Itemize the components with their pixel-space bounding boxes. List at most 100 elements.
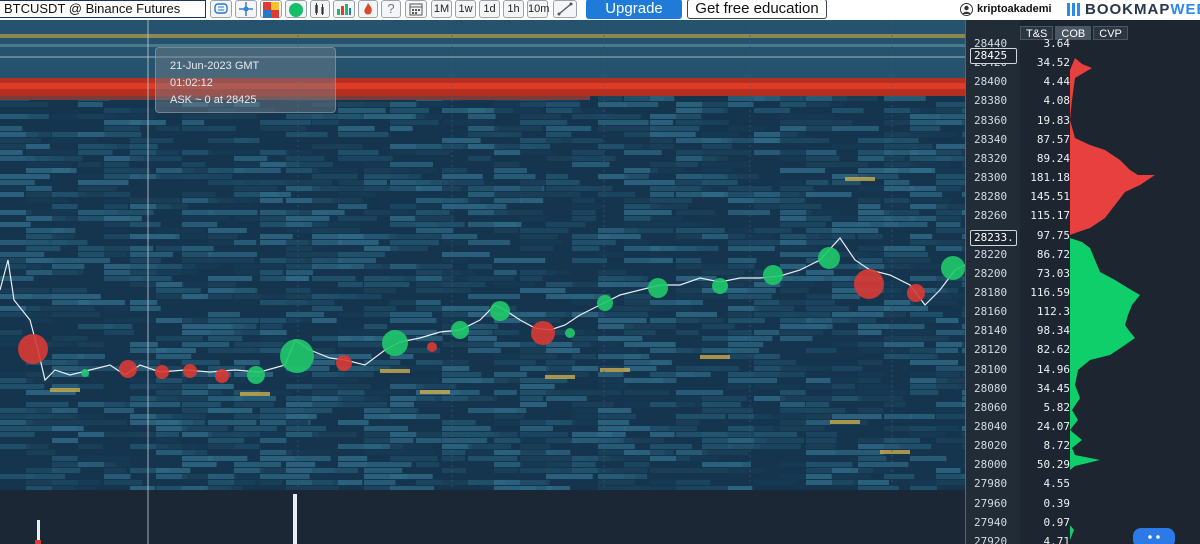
cob-size-value: 145.51 <box>1030 190 1070 204</box>
crosshair-icon[interactable] <box>235 0 257 18</box>
cob-size-value: 98.34 <box>1036 324 1070 338</box>
ask-profile <box>1070 58 1155 235</box>
tab-cvp[interactable]: CVP <box>1093 26 1128 40</box>
price-axis-label: 28180 <box>974 285 1008 299</box>
price-axis-label: 28100 <box>974 362 1008 376</box>
top-toolbar: BTCUSDT @ Binance Futures ? 1M 1w 1d 1h … <box>0 0 1200 20</box>
bid-profile-tail <box>1070 525 1074 540</box>
brand-main: BOOKMAP <box>1085 1 1171 18</box>
volume-chart-icon[interactable] <box>333 0 355 18</box>
cob-size-value: 0.97 <box>1043 515 1071 529</box>
help-icon[interactable]: ? <box>381 0 401 18</box>
buy-trade-bubble <box>763 265 783 285</box>
upgrade-button[interactable]: Upgrade <box>586 0 682 19</box>
trend-line-icon[interactable] <box>553 0 577 18</box>
crosshair-tooltip: 21-Jun-2023 GMT 01:02:12 ASK ~ 0 at 2842… <box>155 47 336 113</box>
cob-size-value: 4.55 <box>1043 477 1071 491</box>
heatmap-chart[interactable]: 21-Jun-2023 GMT 01:02:12 ASK ~ 0 at 2842… <box>0 20 965 544</box>
chat-bubble-icon <box>1148 535 1160 539</box>
sell-trade-bubble <box>155 365 169 379</box>
price-axis-label: 28340 <box>974 132 1008 146</box>
cob-size-value: 19.83 <box>1036 113 1070 127</box>
price-axis-label: 28020 <box>974 439 1008 453</box>
flame-icon[interactable] <box>358 0 378 18</box>
timeframe-1d-button[interactable]: 1d <box>479 0 500 18</box>
buy-trade-bubble <box>648 278 668 298</box>
sell-trade-bubble <box>183 364 197 378</box>
buy-trade-bubble <box>247 366 265 384</box>
volume-bar <box>293 494 297 544</box>
user-menu[interactable]: kriptoakademi <box>960 0 1052 18</box>
sell-trade-bubble <box>531 321 555 345</box>
cob-size-value: 34.52 <box>1036 56 1070 70</box>
bookmap-logo-icon <box>1067 3 1080 16</box>
cob-size-value: 87.57 <box>1036 132 1070 146</box>
cob-size-value: 86.72 <box>1036 247 1070 261</box>
buy-trade-bubble <box>81 369 89 377</box>
sell-trade-bubble <box>336 355 352 371</box>
sell-trade-bubble <box>854 269 884 299</box>
user-avatar-icon <box>960 2 973 16</box>
price-axis-label: 28200 <box>974 266 1008 280</box>
price-axis-label: 28380 <box>974 94 1008 108</box>
cob-size-value: 24.07 <box>1036 420 1070 433</box>
heatmap-settings-icon[interactable] <box>260 0 282 18</box>
sell-trade-bubble <box>18 334 48 364</box>
price-axis-label: 28360 <box>974 113 1008 127</box>
tooltip-time: 01:02:12 <box>170 77 213 89</box>
cursor-price-tag: 28425 <box>970 48 1017 64</box>
sell-trade-bubble <box>427 342 437 352</box>
price-axis-label: 28320 <box>974 151 1008 165</box>
cob-size-value: 97.75 <box>1036 228 1070 242</box>
price-axis[interactable]: 2844028420284002838028360283402832028300… <box>965 20 1020 544</box>
bookmap-logo: BOOKMAPWEB <box>1067 1 1200 18</box>
cob-size-value: 4.71 <box>1043 534 1071 544</box>
cob-size-value: 34.45 <box>1036 381 1070 395</box>
price-axis-label: 28040 <box>974 420 1008 433</box>
last-price-tag: 28233. <box>970 230 1017 246</box>
price-axis-label: 27940 <box>974 515 1008 529</box>
cob-size-value: 89.24 <box>1036 151 1070 165</box>
get-education-button[interactable]: Get free education <box>687 0 827 19</box>
bubbles-icon[interactable] <box>285 0 307 18</box>
symbol-selector[interactable]: BTCUSDT @ Binance Futures <box>0 0 206 18</box>
candles-icon[interactable] <box>310 0 330 18</box>
cob-size-value: 14.96 <box>1036 362 1070 376</box>
heatmap-canvas[interactable] <box>0 20 965 544</box>
support-chat-button[interactable] <box>1133 528 1175 544</box>
calendar-icon[interactable] <box>405 0 427 18</box>
timeframe-1m-button[interactable]: 1M <box>431 0 452 18</box>
cob-size-value: 82.62 <box>1036 343 1070 357</box>
price-axis-label: 28060 <box>974 400 1008 414</box>
buy-trade-bubble <box>712 278 728 294</box>
price-axis-label: 28120 <box>974 343 1008 357</box>
username: kriptoakademi <box>977 3 1052 15</box>
brand-accent: WEB <box>1170 1 1200 18</box>
tooltip-date: 21-Jun-2023 GMT <box>170 60 260 72</box>
buy-trade-bubble <box>818 247 840 269</box>
price-axis-label: 28160 <box>974 305 1008 319</box>
cob-size-value: 181.18 <box>1030 171 1070 185</box>
price-axis-label: 27980 <box>974 477 1008 491</box>
sell-trade-bubble <box>215 369 229 383</box>
buy-trade-bubble <box>451 321 469 339</box>
price-axis-label: 27920 <box>974 534 1008 544</box>
cob-size-value: 5.82 <box>1043 400 1071 414</box>
buy-trade-bubble <box>597 295 613 311</box>
cob-size-value: 115.17 <box>1030 209 1070 223</box>
cob-size-value: 73.03 <box>1036 266 1070 280</box>
price-axis-label: 28400 <box>974 75 1008 89</box>
bid-profile <box>1070 238 1140 470</box>
timeframe-10m-button[interactable]: 10m <box>527 0 549 18</box>
timeframe-1h-button[interactable]: 1h <box>503 0 524 18</box>
buy-trade-bubble <box>382 330 408 356</box>
buy-trade-bubble <box>565 328 575 338</box>
price-axis-label: 28000 <box>974 458 1008 472</box>
chat-tool-icon[interactable] <box>210 0 232 18</box>
cob-size-value: 4.08 <box>1043 94 1071 108</box>
cob-size-value: 116.59 <box>1030 285 1070 299</box>
cob-size-value: 8.72 <box>1043 439 1071 453</box>
cob-size-value: 0.39 <box>1043 496 1071 510</box>
tooltip-info: ASK ~ 0 at 28425 <box>170 94 257 106</box>
timeframe-1w-button[interactable]: 1w <box>455 0 476 18</box>
